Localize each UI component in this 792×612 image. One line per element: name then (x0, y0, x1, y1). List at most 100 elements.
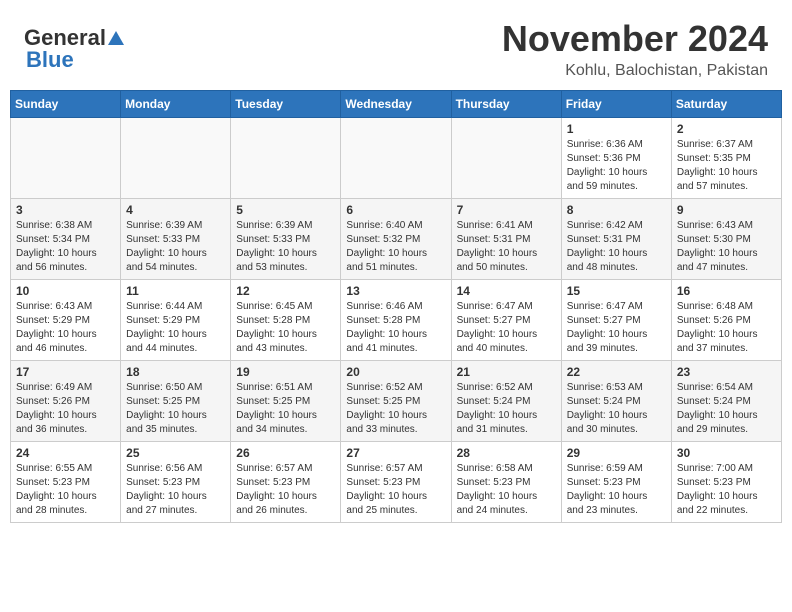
day-info: Sunrise: 6:59 AM Sunset: 5:23 PM Dayligh… (567, 462, 666, 518)
day-cell: 6 Sunrise: 6:40 AM Sunset: 5:32 PM Daylig… (341, 199, 451, 280)
column-header-monday: Monday (121, 91, 231, 118)
day-number: 27 (346, 446, 445, 460)
day-cell: 8 Sunrise: 6:42 AM Sunset: 5:31 PM Daylig… (561, 199, 671, 280)
day-cell: 18Sunrise: 6:50 AM Sunset: 5:25 PM Dayli… (121, 361, 231, 442)
day-number: 6 (346, 203, 445, 217)
day-info: Sunrise: 6:56 AM Sunset: 5:23 PM Dayligh… (126, 462, 225, 518)
day-cell: 26Sunrise: 6:57 AM Sunset: 5:23 PM Dayli… (231, 442, 341, 523)
calendar-wrapper: SundayMondayTuesdayWednesdayThursdayFrid… (0, 90, 792, 533)
day-cell (231, 118, 341, 199)
day-info: Sunrise: 6:47 AM Sunset: 5:27 PM Dayligh… (457, 300, 556, 356)
day-cell: 3 Sunrise: 6:38 AM Sunset: 5:34 PM Daylig… (11, 199, 121, 280)
day-info: Sunrise: 6:36 AM Sunset: 5:36 PM Dayligh… (567, 138, 666, 194)
day-info: Sunrise: 6:51 AM Sunset: 5:25 PM Dayligh… (236, 381, 335, 437)
day-cell: 20 Sunrise: 6:52 AM Sunset: 5:25 PM Dayli… (341, 361, 451, 442)
day-number: 30 (677, 446, 776, 460)
day-cell (451, 118, 561, 199)
day-number: 19 (236, 365, 335, 379)
column-header-saturday: Saturday (671, 91, 781, 118)
column-header-friday: Friday (561, 91, 671, 118)
day-info: Sunrise: 6:46 AM Sunset: 5:28 PM Dayligh… (346, 300, 445, 356)
title-block: November 2024 Kohlu, Balochistan, Pakist… (502, 18, 768, 80)
logo-triangle-icon (107, 29, 125, 47)
day-info: Sunrise: 6:47 AM Sunset: 5:27 PM Dayligh… (567, 300, 666, 356)
day-info: Sunrise: 6:40 AM Sunset: 5:32 PM Dayligh… (346, 219, 445, 275)
day-info: Sunrise: 6:37 AM Sunset: 5:35 PM Dayligh… (677, 138, 776, 194)
week-row-2: 3 Sunrise: 6:38 AM Sunset: 5:34 PM Daylig… (11, 199, 782, 280)
week-row-5: 24 Sunrise: 6:55 AM Sunset: 5:23 PM Dayli… (11, 442, 782, 523)
day-info: Sunrise: 6:49 AM Sunset: 5:26 PM Dayligh… (16, 381, 115, 437)
day-number: 14 (457, 284, 556, 298)
day-cell: 24 Sunrise: 6:55 AM Sunset: 5:23 PM Dayli… (11, 442, 121, 523)
location-title: Kohlu, Balochistan, Pakistan (502, 62, 768, 80)
day-number: 28 (457, 446, 556, 460)
day-number: 25 (126, 446, 225, 460)
day-cell: 17Sunrise: 6:49 AM Sunset: 5:26 PM Dayli… (11, 361, 121, 442)
day-cell: 1 Sunrise: 6:36 AM Sunset: 5:36 PM Daylig… (561, 118, 671, 199)
day-cell: 12Sunrise: 6:45 AM Sunset: 5:28 PM Dayli… (231, 280, 341, 361)
day-info: Sunrise: 6:52 AM Sunset: 5:25 PM Dayligh… (346, 381, 445, 437)
day-info: Sunrise: 6:52 AM Sunset: 5:24 PM Dayligh… (457, 381, 556, 437)
header-row: SundayMondayTuesdayWednesdayThursdayFrid… (11, 91, 782, 118)
day-cell: 25 Sunrise: 6:56 AM Sunset: 5:23 PM Dayli… (121, 442, 231, 523)
day-cell: 16Sunrise: 6:48 AM Sunset: 5:26 PM Dayli… (671, 280, 781, 361)
day-cell: 11Sunrise: 6:44 AM Sunset: 5:29 PM Dayli… (121, 280, 231, 361)
calendar-table: SundayMondayTuesdayWednesdayThursdayFrid… (10, 90, 782, 523)
day-info: Sunrise: 6:39 AM Sunset: 5:33 PM Dayligh… (236, 219, 335, 275)
day-cell: 10Sunrise: 6:43 AM Sunset: 5:29 PM Dayli… (11, 280, 121, 361)
column-header-tuesday: Tuesday (231, 91, 341, 118)
day-cell (121, 118, 231, 199)
day-cell: 28 Sunrise: 6:58 AM Sunset: 5:23 PM Dayli… (451, 442, 561, 523)
calendar-header: SundayMondayTuesdayWednesdayThursdayFrid… (11, 91, 782, 118)
day-cell: 22 Sunrise: 6:53 AM Sunset: 5:24 PM Dayli… (561, 361, 671, 442)
day-cell (341, 118, 451, 199)
day-number: 23 (677, 365, 776, 379)
day-number: 24 (16, 446, 115, 460)
day-number: 20 (346, 365, 445, 379)
day-cell: 30 Sunrise: 7:00 AM Sunset: 5:23 PM Dayli… (671, 442, 781, 523)
day-number: 11 (126, 284, 225, 298)
day-cell: 13 Sunrise: 6:46 AM Sunset: 5:28 PM Dayli… (341, 280, 451, 361)
day-info: Sunrise: 6:42 AM Sunset: 5:31 PM Dayligh… (567, 219, 666, 275)
day-number: 12 (236, 284, 335, 298)
day-cell: 21 Sunrise: 6:52 AM Sunset: 5:24 PM Dayli… (451, 361, 561, 442)
day-number: 15 (567, 284, 666, 298)
day-number: 3 (16, 203, 115, 217)
day-number: 8 (567, 203, 666, 217)
column-header-sunday: Sunday (11, 91, 121, 118)
day-info: Sunrise: 6:41 AM Sunset: 5:31 PM Dayligh… (457, 219, 556, 275)
day-info: Sunrise: 6:50 AM Sunset: 5:25 PM Dayligh… (126, 381, 225, 437)
day-number: 4 (126, 203, 225, 217)
day-cell: 15 Sunrise: 6:47 AM Sunset: 5:27 PM Dayli… (561, 280, 671, 361)
column-header-wednesday: Wednesday (341, 91, 451, 118)
day-number: 10 (16, 284, 115, 298)
day-info: Sunrise: 6:38 AM Sunset: 5:34 PM Dayligh… (16, 219, 115, 275)
day-info: Sunrise: 7:00 AM Sunset: 5:23 PM Dayligh… (677, 462, 776, 518)
day-number: 16 (677, 284, 776, 298)
day-number: 22 (567, 365, 666, 379)
day-number: 5 (236, 203, 335, 217)
page-header: General Blue November 2024 Kohlu, Baloch… (0, 0, 792, 90)
day-cell: 29Sunrise: 6:59 AM Sunset: 5:23 PM Dayli… (561, 442, 671, 523)
week-row-4: 17Sunrise: 6:49 AM Sunset: 5:26 PM Dayli… (11, 361, 782, 442)
logo: General Blue (24, 25, 126, 73)
day-number: 1 (567, 122, 666, 136)
day-number: 21 (457, 365, 556, 379)
day-info: Sunrise: 6:55 AM Sunset: 5:23 PM Dayligh… (16, 462, 115, 518)
column-header-thursday: Thursday (451, 91, 561, 118)
day-cell: 2 Sunrise: 6:37 AM Sunset: 5:35 PM Daylig… (671, 118, 781, 199)
day-info: Sunrise: 6:58 AM Sunset: 5:23 PM Dayligh… (457, 462, 556, 518)
day-info: Sunrise: 6:57 AM Sunset: 5:23 PM Dayligh… (236, 462, 335, 518)
day-info: Sunrise: 6:54 AM Sunset: 5:24 PM Dayligh… (677, 381, 776, 437)
day-number: 2 (677, 122, 776, 136)
day-cell: 4Sunrise: 6:39 AM Sunset: 5:33 PM Daylig… (121, 199, 231, 280)
day-number: 13 (346, 284, 445, 298)
day-cell: 19 Sunrise: 6:51 AM Sunset: 5:25 PM Dayli… (231, 361, 341, 442)
day-info: Sunrise: 6:53 AM Sunset: 5:24 PM Dayligh… (567, 381, 666, 437)
day-number: 7 (457, 203, 556, 217)
day-info: Sunrise: 6:57 AM Sunset: 5:23 PM Dayligh… (346, 462, 445, 518)
day-cell: 9Sunrise: 6:43 AM Sunset: 5:30 PM Daylig… (671, 199, 781, 280)
week-row-1: 1 Sunrise: 6:36 AM Sunset: 5:36 PM Daylig… (11, 118, 782, 199)
day-cell: 7 Sunrise: 6:41 AM Sunset: 5:31 PM Daylig… (451, 199, 561, 280)
logo-blue-text: Blue (26, 47, 74, 73)
